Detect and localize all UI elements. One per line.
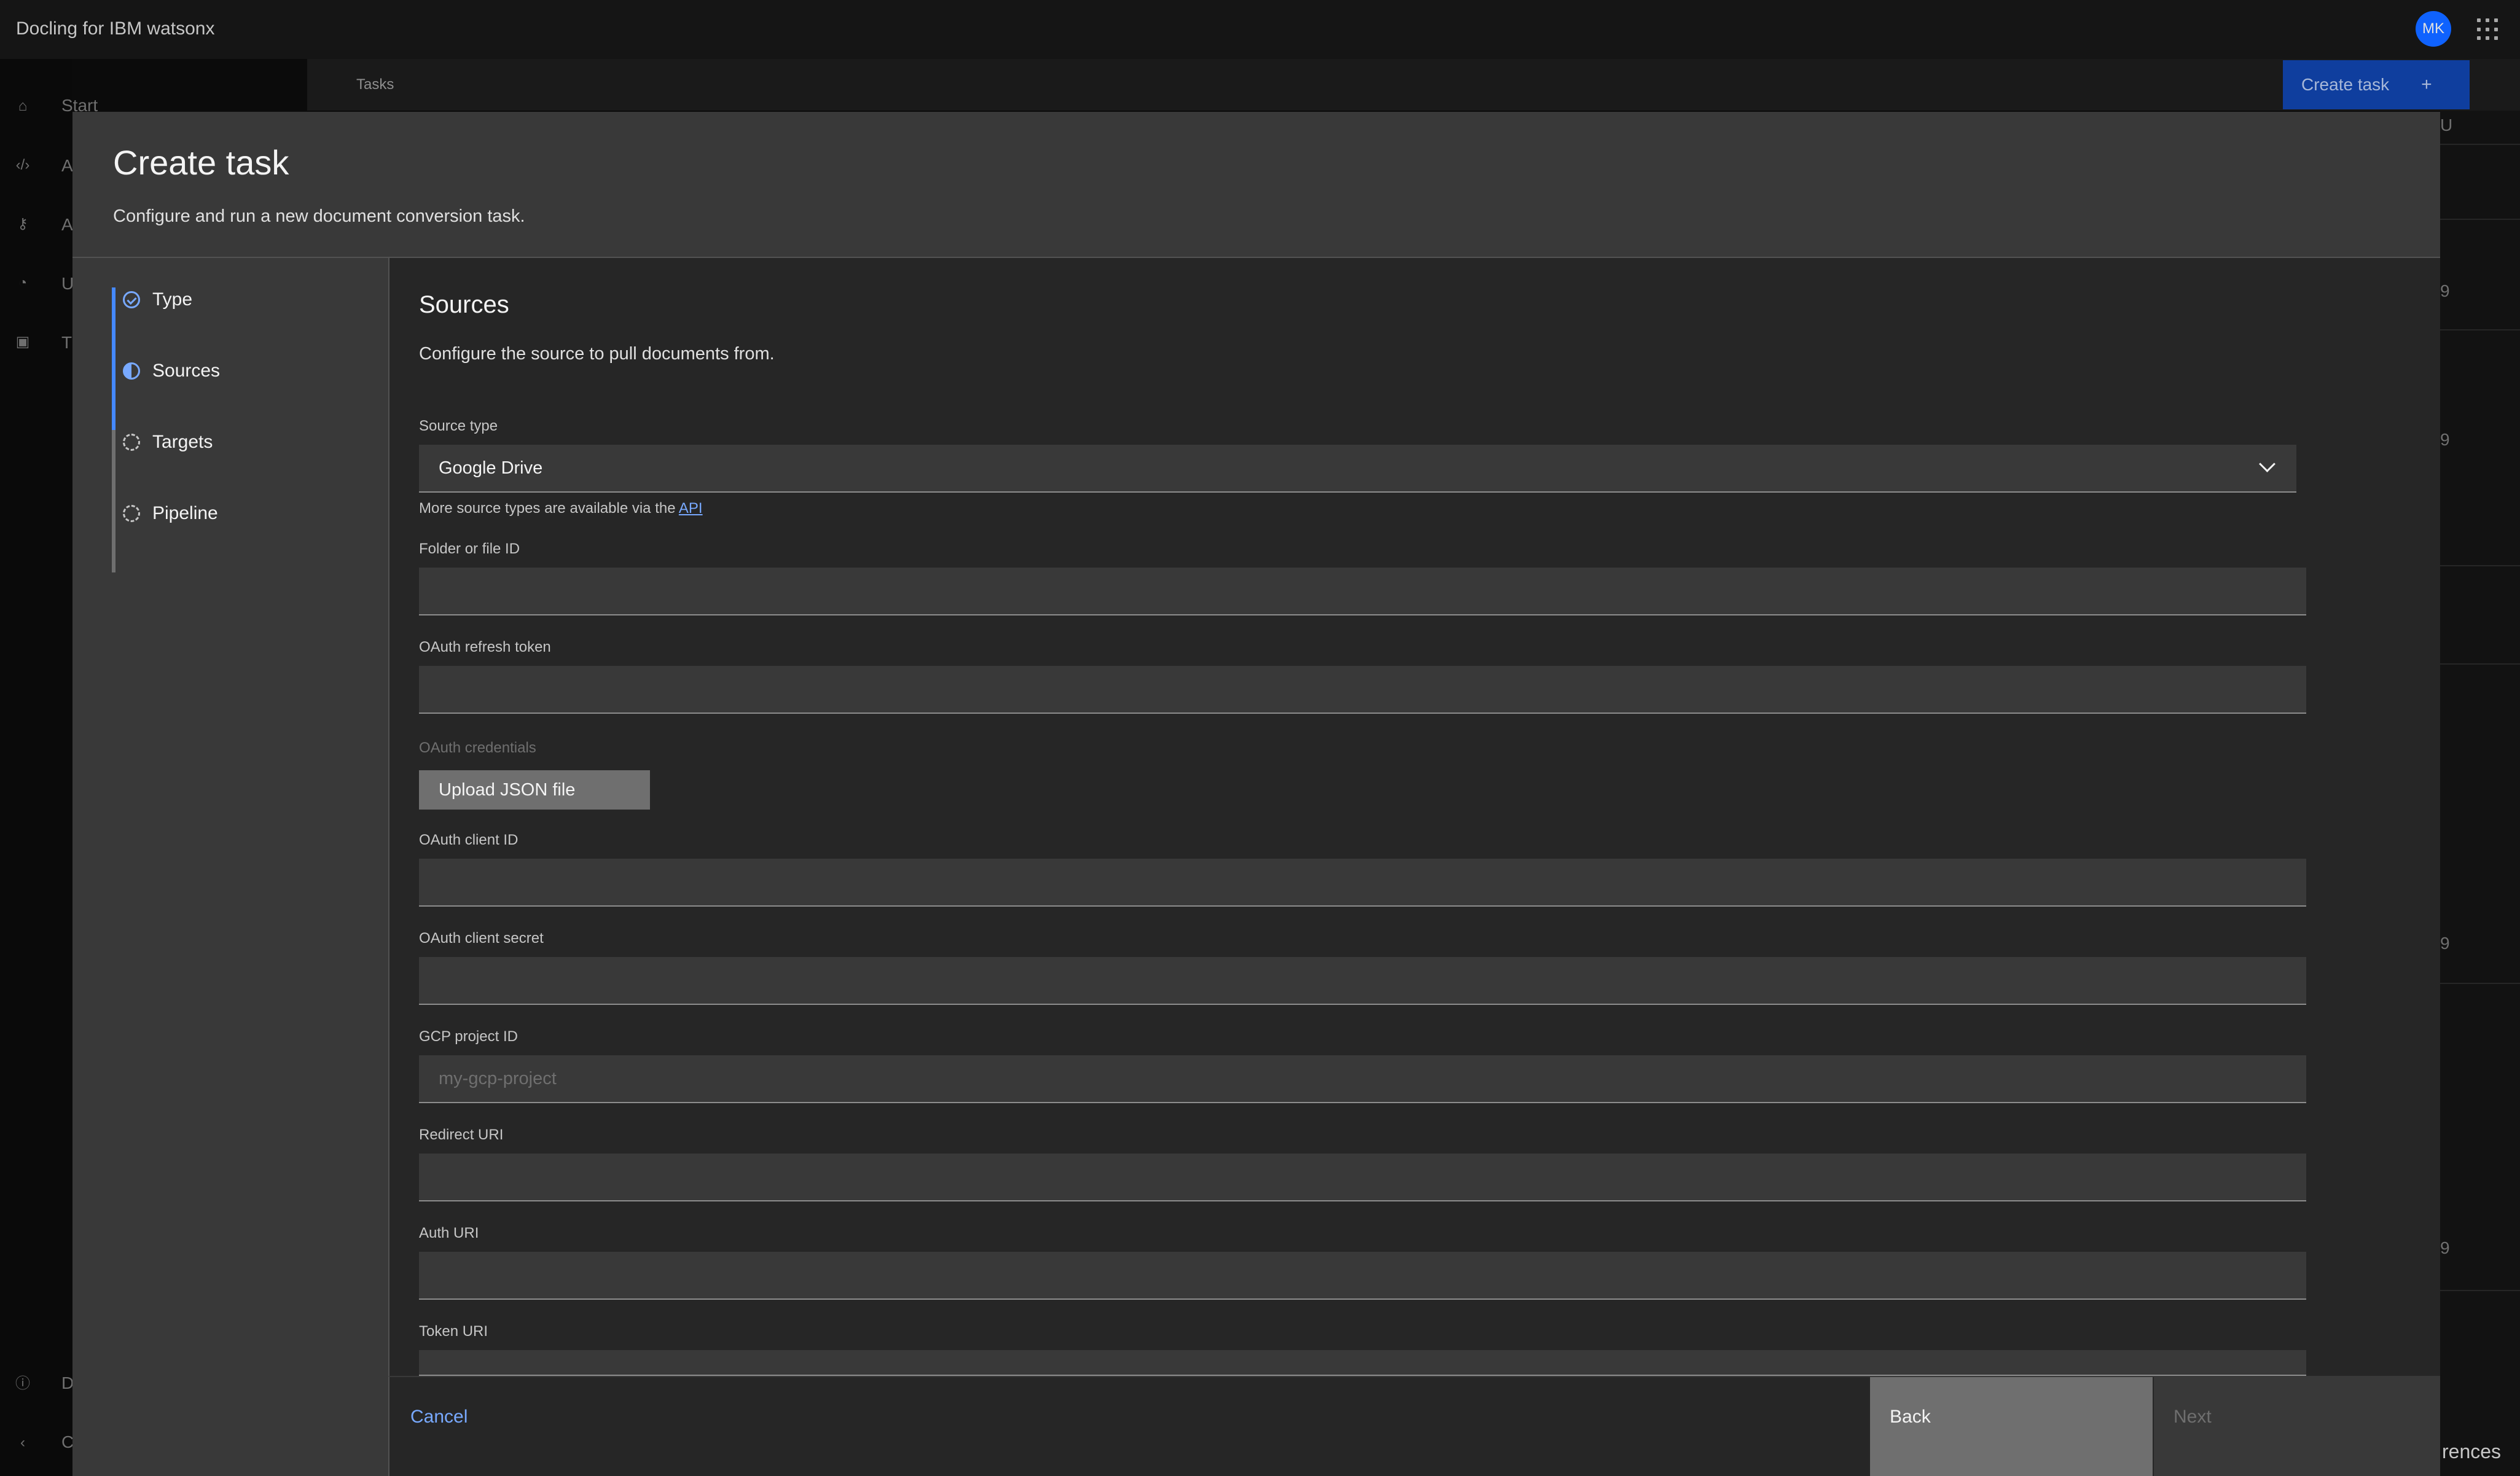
dashed-circle-icon [123, 505, 140, 522]
oauth-refresh-token-input[interactable] [419, 666, 2306, 714]
token-uri-label: Token URI [419, 1323, 488, 1340]
oauth-client-id-label: OAuth client ID [419, 832, 518, 848]
chevron-left-icon[interactable]: ‹ [14, 1434, 32, 1452]
step-label: Targets [152, 432, 213, 452]
oauth-client-secret-label: OAuth client secret [419, 930, 544, 947]
user-avatar[interactable]: MK [2416, 11, 2451, 47]
chevron-down-icon [2259, 456, 2275, 472]
source-type-label: Source type [419, 418, 498, 434]
background-link: rences [2442, 1440, 2502, 1462]
auth-uri-label: Auth URI [419, 1225, 479, 1241]
api-link[interactable]: API [679, 500, 703, 517]
sidenav-item-a1[interactable]: A [61, 156, 73, 176]
upload-json-button[interactable]: Upload JSON file [419, 770, 650, 810]
info-icon[interactable]: ⓘ [14, 1375, 32, 1393]
progress-rail-active [112, 287, 115, 430]
table-cell: 9 [2440, 281, 2450, 300]
progress-indicator [72, 258, 388, 1476]
table-cell: 9 [2440, 430, 2450, 449]
cancel-button[interactable]: Cancel [410, 1407, 468, 1427]
oauth-credentials-label: OAuth credentials [419, 740, 536, 756]
clipboard-icon[interactable]: ▣ [14, 333, 32, 351]
sources-panel [388, 258, 2440, 1376]
side-nav: ⌂ Start ‹/› A ⚷ A ◔ U ▣ T ⓘ D ‹ C [0, 59, 98, 1476]
token-uri-input[interactable] [419, 1350, 2306, 1376]
step-label: Sources [152, 361, 221, 381]
app-header [0, 0, 2520, 59]
step-targets[interactable]: Targets [123, 424, 213, 461]
table-cell: 9 [2440, 1238, 2450, 1257]
step-label: Pipeline [152, 503, 218, 523]
folder-id-input[interactable] [419, 568, 2306, 615]
oauth-refresh-token-label: OAuth refresh token [419, 639, 551, 655]
step-pipeline[interactable]: Pipeline [123, 495, 218, 532]
auth-uri-input[interactable] [419, 1252, 2306, 1300]
step-label: Type [152, 289, 193, 310]
source-type-helper: More source types are available via the … [419, 500, 703, 517]
oauth-client-secret-input[interactable] [419, 957, 2306, 1005]
source-type-value: Google Drive [439, 458, 543, 478]
section-description: Configure the source to pull documents f… [419, 344, 775, 364]
table-cell: 9 [2440, 934, 2450, 953]
modal-description: Configure and run a new document convers… [113, 206, 525, 226]
table-header-letter: U [2440, 115, 2453, 135]
checkmark-circle-icon [123, 291, 140, 308]
step-sources[interactable]: Sources [123, 353, 220, 389]
half-circle-icon [123, 362, 140, 380]
background-table: U 9 9 9 9 [2440, 111, 2520, 1476]
back-button[interactable]: Back [1870, 1377, 2153, 1476]
code-icon[interactable]: ‹/› [14, 156, 32, 174]
sidenav-item-a2[interactable]: A [61, 215, 73, 235]
gcp-project-id-input[interactable]: my-gcp-project [419, 1055, 2306, 1103]
redirect-uri-input[interactable] [419, 1154, 2306, 1201]
sidenav-item-t[interactable]: T [61, 333, 72, 353]
section-title: Sources [419, 291, 509, 318]
app-switcher-icon[interactable] [2477, 18, 2499, 41]
step-type[interactable]: Type [123, 281, 192, 318]
redirect-uri-label: Redirect URI [419, 1127, 504, 1143]
home-icon[interactable]: ⌂ [14, 97, 32, 115]
gcp-project-id-label: GCP project ID [419, 1028, 518, 1045]
plus-icon: + [2421, 74, 2432, 95]
tasks-toolbar [307, 59, 2520, 111]
dashed-circle-icon [123, 434, 140, 451]
next-button[interactable]: Next [2154, 1377, 2440, 1476]
create-task-button[interactable]: Create task + [2283, 60, 2470, 109]
gauge-icon[interactable]: ◔ [14, 274, 32, 292]
folder-id-label: Folder or file ID [419, 541, 520, 557]
app-title[interactable]: Docling for IBM watsonx [16, 18, 214, 39]
source-type-dropdown[interactable]: Google Drive [419, 445, 2296, 493]
key-icon[interactable]: ⚷ [14, 215, 32, 233]
modal-title: Create task [113, 143, 289, 182]
oauth-client-id-input[interactable] [419, 859, 2306, 907]
breadcrumb-tasks[interactable]: Tasks [356, 76, 394, 93]
create-task-label: Create task [2301, 75, 2390, 94]
